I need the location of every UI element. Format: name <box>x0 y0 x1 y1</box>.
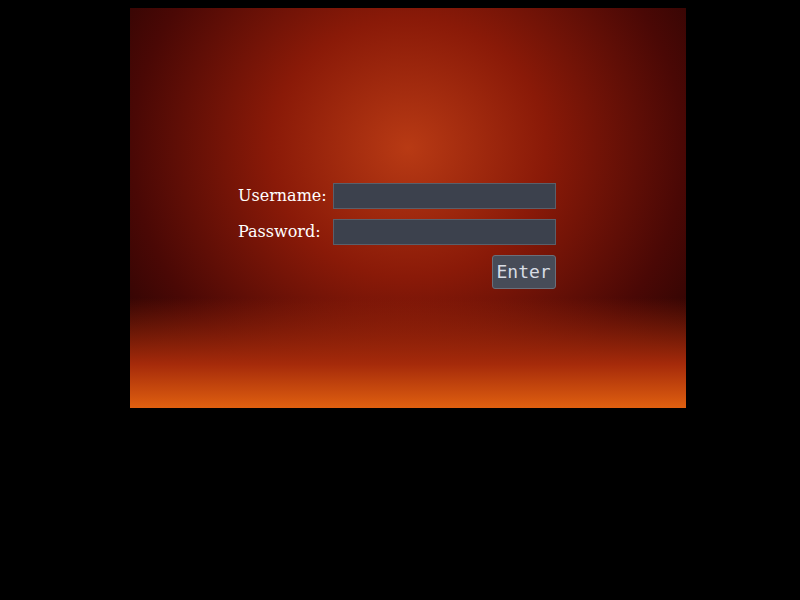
password-label: Password: <box>238 222 327 242</box>
login-form: Username: Password: Enter <box>238 183 556 289</box>
login-fields: Username: Password: <box>238 183 556 245</box>
username-input[interactable] <box>333 183 556 209</box>
username-label: Username: <box>238 186 327 206</box>
password-input[interactable] <box>333 219 556 245</box>
page: Username: Password: Enter <box>0 0 800 408</box>
banner-image: Username: Password: Enter <box>130 8 686 408</box>
banner-glow <box>130 298 686 408</box>
enter-button[interactable]: Enter <box>492 255 556 289</box>
submit-row: Enter <box>238 255 556 289</box>
